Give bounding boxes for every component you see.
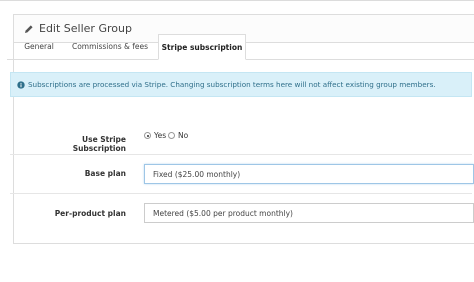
radio-yes-dot[interactable]	[144, 132, 151, 139]
info-circle-icon	[17, 80, 25, 89]
radio-yes[interactable]: Yes	[144, 131, 166, 140]
radio-no[interactable]: No	[168, 131, 188, 140]
base-plan-select[interactable]: Fixed ($25.00 monthly)	[144, 164, 474, 184]
radio-no-dot[interactable]	[168, 132, 175, 139]
alert-text: Subscriptions are processed via Stripe. …	[28, 80, 436, 89]
row-divider	[10, 193, 472, 194]
row-divider	[10, 154, 472, 155]
use-stripe-label: Use Stripe Subscription	[72, 135, 126, 153]
top-border	[0, 0, 474, 1]
radio-yes-label: Yes	[154, 131, 167, 140]
tab-bar: General Commissions & fees Stripe subscr…	[7, 34, 474, 60]
radio-no-label: No	[178, 131, 189, 140]
per-product-plan-label: Per-product plan	[54, 209, 126, 218]
base-plan-label: Base plan	[84, 169, 126, 178]
tab-commissions-fees[interactable]: Commissions & fees	[69, 34, 151, 59]
tab-general[interactable]: General	[17, 34, 61, 59]
info-alert: Subscriptions are processed via Stripe. …	[10, 72, 472, 97]
per-product-plan-select[interactable]: Metered ($5.00 per product monthly)	[144, 203, 474, 223]
tab-stripe-subscription[interactable]: Stripe subscription	[158, 34, 246, 60]
pencil-icon	[25, 24, 33, 33]
